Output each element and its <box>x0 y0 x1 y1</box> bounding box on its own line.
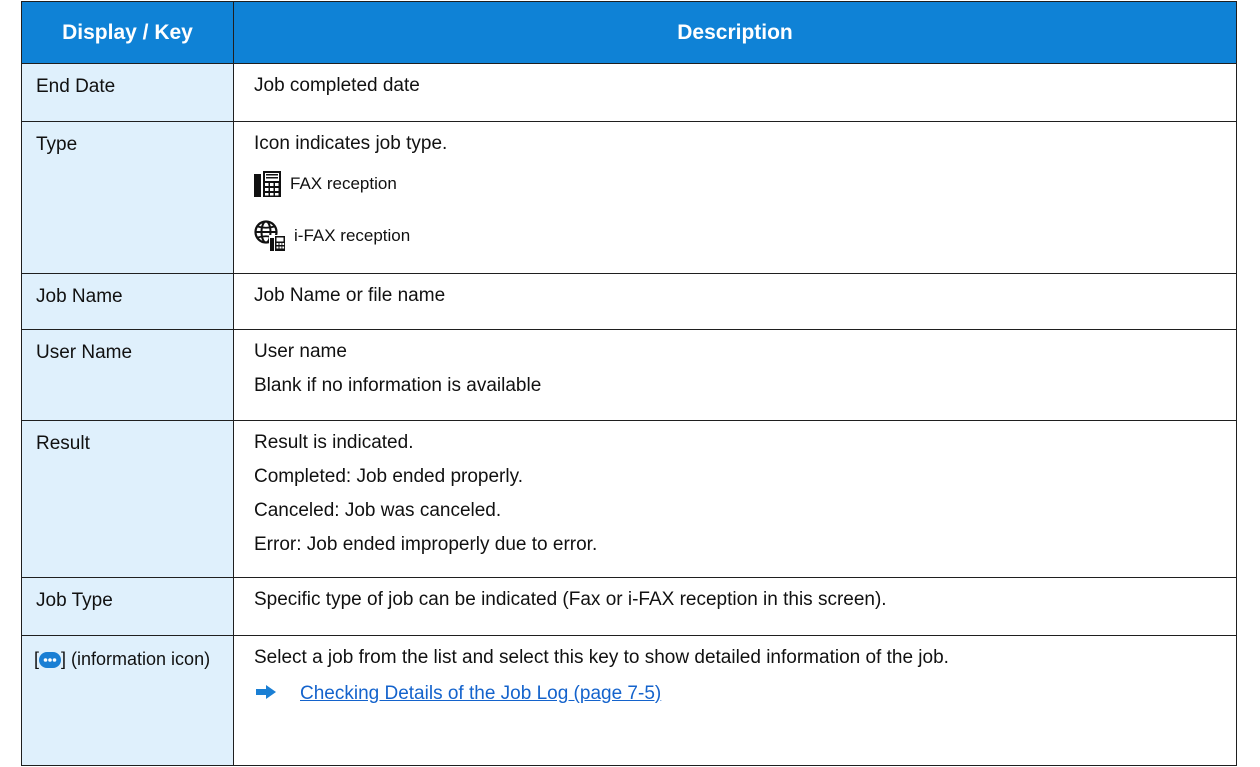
row-description: Specific type of job can be indicated (F… <box>234 578 1236 635</box>
row-key: User Name <box>22 330 234 420</box>
desc-line: Canceled: Job was canceled. <box>254 500 502 521</box>
row-description: Result is indicated. Completed: Job ende… <box>234 421 1236 577</box>
description-table: Display / Key Description End Date Job c… <box>21 1 1237 766</box>
row-description: Job completed date <box>234 64 1236 121</box>
table-row: User Name User name Blank if no informat… <box>22 330 1236 421</box>
row-key: Type <box>22 122 234 273</box>
type-fax-item: FAX reception <box>254 169 1216 199</box>
row-key: Job Type <box>22 578 234 635</box>
table-row: Type Icon indicates job type. FAX recept <box>22 122 1236 274</box>
table-header: Display / Key Description <box>22 2 1236 64</box>
row-key: [] (information icon) <box>22 636 234 765</box>
desc-line: Select a job from the list and select th… <box>254 647 949 668</box>
header-description: Description <box>677 20 793 44</box>
row-description: Icon indicates job type. FAX reception i… <box>234 122 1236 273</box>
desc-line: Blank if no information is available <box>254 375 542 396</box>
desc-line: User name <box>254 341 347 362</box>
row-key: Result <box>22 421 234 577</box>
arrow-right-icon <box>256 683 276 705</box>
desc-line: Result is indicated. <box>254 432 414 453</box>
row-key: End Date <box>22 64 234 121</box>
table-row: End Date Job completed date <box>22 64 1236 122</box>
desc-line: Completed: Job ended properly. <box>254 466 523 487</box>
table-row: [] (information icon) Select a job from … <box>22 636 1236 765</box>
row-key: Job Name <box>22 274 234 329</box>
desc-line: Job completed date <box>254 75 420 96</box>
type-fax-label: FAX reception <box>290 174 397 193</box>
header-display-key: Display / Key <box>22 2 234 63</box>
desc-line: Icon indicates job type. <box>254 133 448 154</box>
type-ifax-item: i-FAX reception <box>254 220 1216 252</box>
table-row: Job Name Job Name or file name <box>22 274 1236 330</box>
desc-line: Error: Job ended improperly due to error… <box>254 534 598 555</box>
table-row: Result Result is indicated. Completed: J… <box>22 421 1236 578</box>
key-suffix: ] (information icon) <box>61 649 211 669</box>
desc-line: Specific type of job can be indicated (F… <box>254 589 887 610</box>
fax-icon <box>254 171 281 197</box>
information-icon <box>39 651 62 673</box>
reference-line: Checking Details of the Job Log (page 7-… <box>254 683 1216 705</box>
ifax-globe-icon <box>254 220 286 252</box>
row-description: Job Name or file name <box>234 274 1236 329</box>
row-description: Select a job from the list and select th… <box>234 636 1236 765</box>
type-ifax-label: i-FAX reception <box>294 226 411 245</box>
job-log-details-link[interactable]: Checking Details of the Job Log (page 7-… <box>300 683 661 704</box>
table-row: Job Type Specific type of job can be ind… <box>22 578 1236 636</box>
desc-line: Job Name or file name <box>254 285 446 306</box>
row-description: User name Blank if no information is ava… <box>234 330 1236 420</box>
